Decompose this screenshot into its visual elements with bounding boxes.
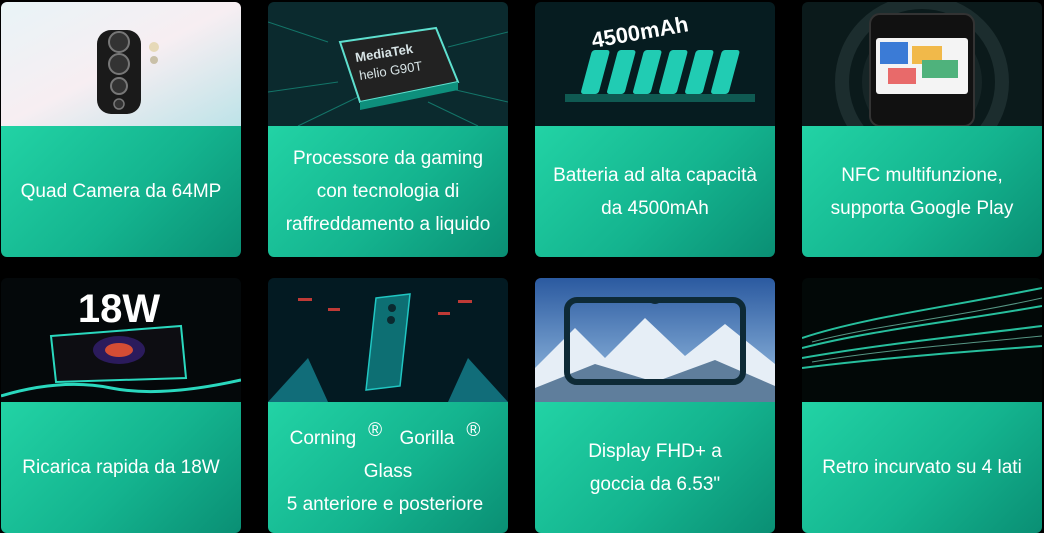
feature-caption: NFC multifunzione, supporta Google Play — [830, 164, 1014, 219]
charge-label: 18W — [78, 287, 160, 331]
feature-card-camera: Quad Camera da 64MP — [1, 2, 241, 257]
feature-card-processor: MediaTek helio G90T Processore da gaming… — [268, 2, 508, 257]
feature-card-display: Display FHD+ a goccia da 6.53" — [535, 278, 775, 533]
gorilla-glass-phone-image — [268, 278, 508, 402]
feature-caption: Ricarica rapida da 18W — [22, 457, 220, 478]
curved-back-image — [802, 278, 1042, 402]
fast-charge-image: 18W — [1, 278, 241, 402]
caption-panel: Retro incurvato su 4 lati — [802, 402, 1042, 533]
feature-caption: Quad Camera da 64MP — [20, 181, 222, 202]
caption-panel: Batteria ad alta capacità da 4500mAh — [535, 126, 775, 257]
feature-card-charging: 18W Ricarica rapida da 18W — [1, 278, 241, 533]
display-phone-image — [535, 278, 775, 402]
phone-payment-image — [802, 2, 1042, 126]
feature-card-nfc: NFC multifunzione, supporta Google Play — [802, 2, 1042, 257]
caption-part-gorilla: Gorilla — [394, 427, 455, 449]
caption-panel: Corning ® Gorilla ® Glass 5 anteriore e po… — [268, 402, 508, 533]
processor-chip-image: MediaTek helio G90T — [268, 2, 508, 126]
feature-caption: Batteria ad alta capacità da 4500mAh — [553, 164, 757, 219]
feature-caption: Display FHD+ a goccia da 6.53" — [588, 440, 722, 495]
caption-part-corning: Corning — [289, 427, 357, 449]
caption-panel: Processore da gaming con tecnologia di r… — [268, 126, 508, 257]
feature-caption: Retro incurvato su 4 lati — [822, 457, 1022, 478]
caption-panel: Ricarica rapida da 18W — [1, 402, 241, 533]
registered-mark: ® — [466, 420, 481, 442]
caption-panel: NFC multifunzione, supporta Google Play — [802, 126, 1042, 257]
feature-card-glass: Corning ® Gorilla ® Glass 5 anteriore e po… — [268, 278, 508, 533]
feature-caption: Corning ® Gorilla ® Glass 5 anteriore e po… — [268, 414, 508, 520]
caption-panel: Display FHD+ a goccia da 6.53" — [535, 402, 775, 533]
camera-module-image — [1, 2, 241, 126]
feature-card-curved-back: Retro incurvato su 4 lati — [802, 278, 1042, 533]
feature-caption: Processore da gaming con tecnologia di r… — [285, 148, 491, 235]
feature-card-battery: 4500mAh Batteria ad alta capacità da 450… — [535, 2, 775, 257]
caption-panel: Quad Camera da 64MP — [1, 126, 241, 257]
registered-mark: ® — [368, 420, 383, 442]
battery-cells-image: 4500mAh — [535, 2, 775, 126]
